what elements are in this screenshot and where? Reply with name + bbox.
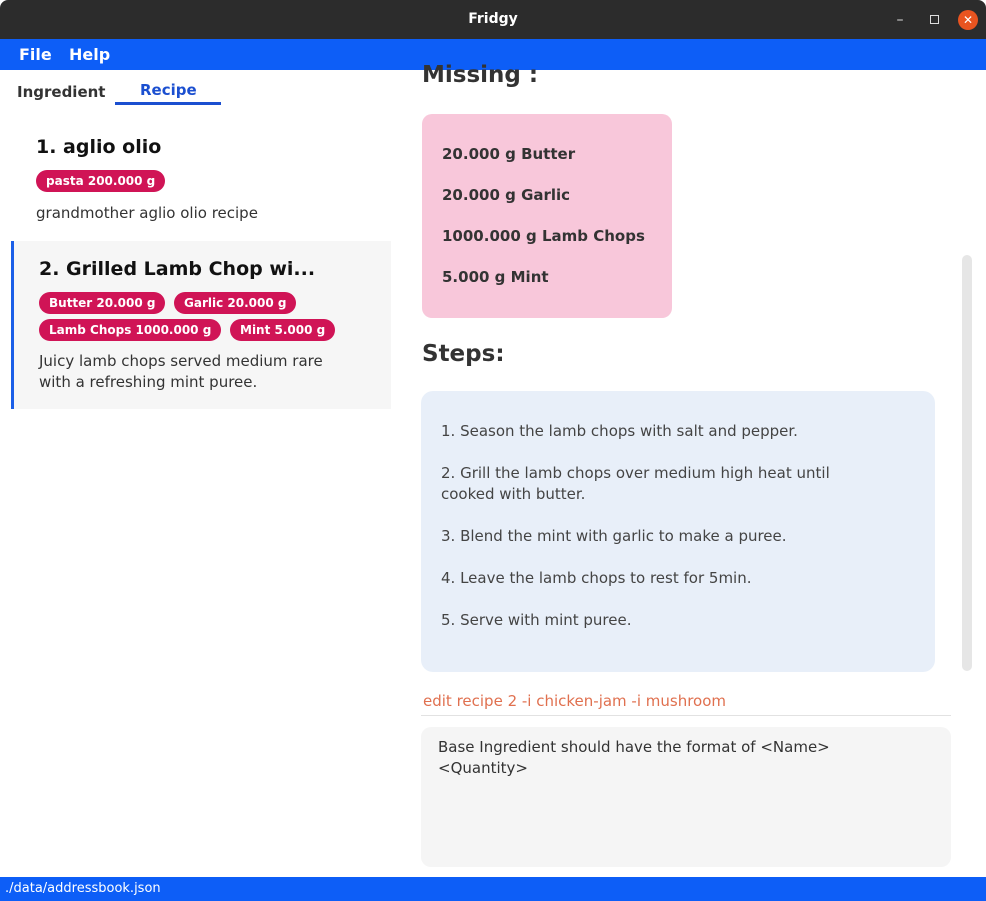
missing-ingredients-box: 20.000 g Butter 20.000 g Garlic 1000.000… [422, 114, 672, 318]
missing-item: 20.000 g Garlic [442, 186, 571, 204]
recipe-description: Juicy lamb chops served medium rare with… [39, 352, 323, 391]
active-tab-indicator [115, 102, 221, 105]
recipe-card-2[interactable]: 2. Grilled Lamb Chop wi... Butter 20.000… [11, 241, 391, 409]
ingredient-tag: Mint 5.000 g [230, 319, 336, 341]
ingredient-tag: Butter 20.000 g [39, 292, 166, 314]
detail-scrollbar[interactable] [962, 255, 972, 671]
window-title: Fridgy [468, 11, 518, 27]
ingredient-tag: Lamb Chops 1000.000 g [39, 319, 222, 341]
recipe-title: 2. Grilled Lamb Chop wi... [39, 258, 316, 280]
recipe-title: 1. aglio olio [36, 136, 162, 158]
window-titlebar: Fridgy – ✕ [0, 0, 986, 39]
data-file-path: ./data/addressbook.json [5, 881, 161, 896]
step-item: 5. Serve with mint puree. [441, 611, 632, 629]
status-bar: ./data/addressbook.json [0, 877, 986, 901]
maximize-icon [929, 15, 939, 24]
result-message: Base Ingredient should have the format o… [438, 738, 830, 777]
menu-help[interactable]: Help [69, 45, 110, 64]
recipe-description: grandmother aglio olio recipe [36, 204, 258, 222]
missing-item: 1000.000 g Lamb Chops [442, 227, 645, 245]
minimize-button[interactable]: – [890, 10, 910, 30]
step-item: 3. Blend the mint with garlic to make a … [441, 527, 787, 545]
missing-heading: Missing : [422, 62, 539, 88]
close-button[interactable]: ✕ [958, 10, 978, 30]
ingredient-tag: Garlic 20.000 g [174, 292, 297, 314]
menu-file[interactable]: File [19, 45, 52, 64]
steps-box: 1. Season the lamb chops with salt and p… [421, 391, 935, 672]
missing-item: 20.000 g Butter [442, 145, 576, 163]
command-input[interactable] [421, 686, 951, 716]
tab-ingredient[interactable]: Ingredient [17, 83, 105, 101]
ingredient-tag: pasta 200.000 g [36, 170, 166, 192]
step-item: 4. Leave the lamb chops to rest for 5min… [441, 569, 752, 587]
step-item: 1. Season the lamb chops with salt and p… [441, 422, 798, 440]
steps-heading: Steps: [422, 341, 505, 367]
tab-recipe[interactable]: Recipe [140, 81, 197, 99]
result-display: Base Ingredient should have the format o… [421, 727, 951, 867]
recipe-card-1[interactable]: 1. aglio olio pasta 200.000 g grandmothe… [11, 122, 391, 234]
step-item: 2. Grill the lamb chops over medium high… [441, 464, 830, 503]
maximize-button[interactable] [924, 10, 944, 30]
missing-item: 5.000 g Mint [442, 268, 549, 286]
